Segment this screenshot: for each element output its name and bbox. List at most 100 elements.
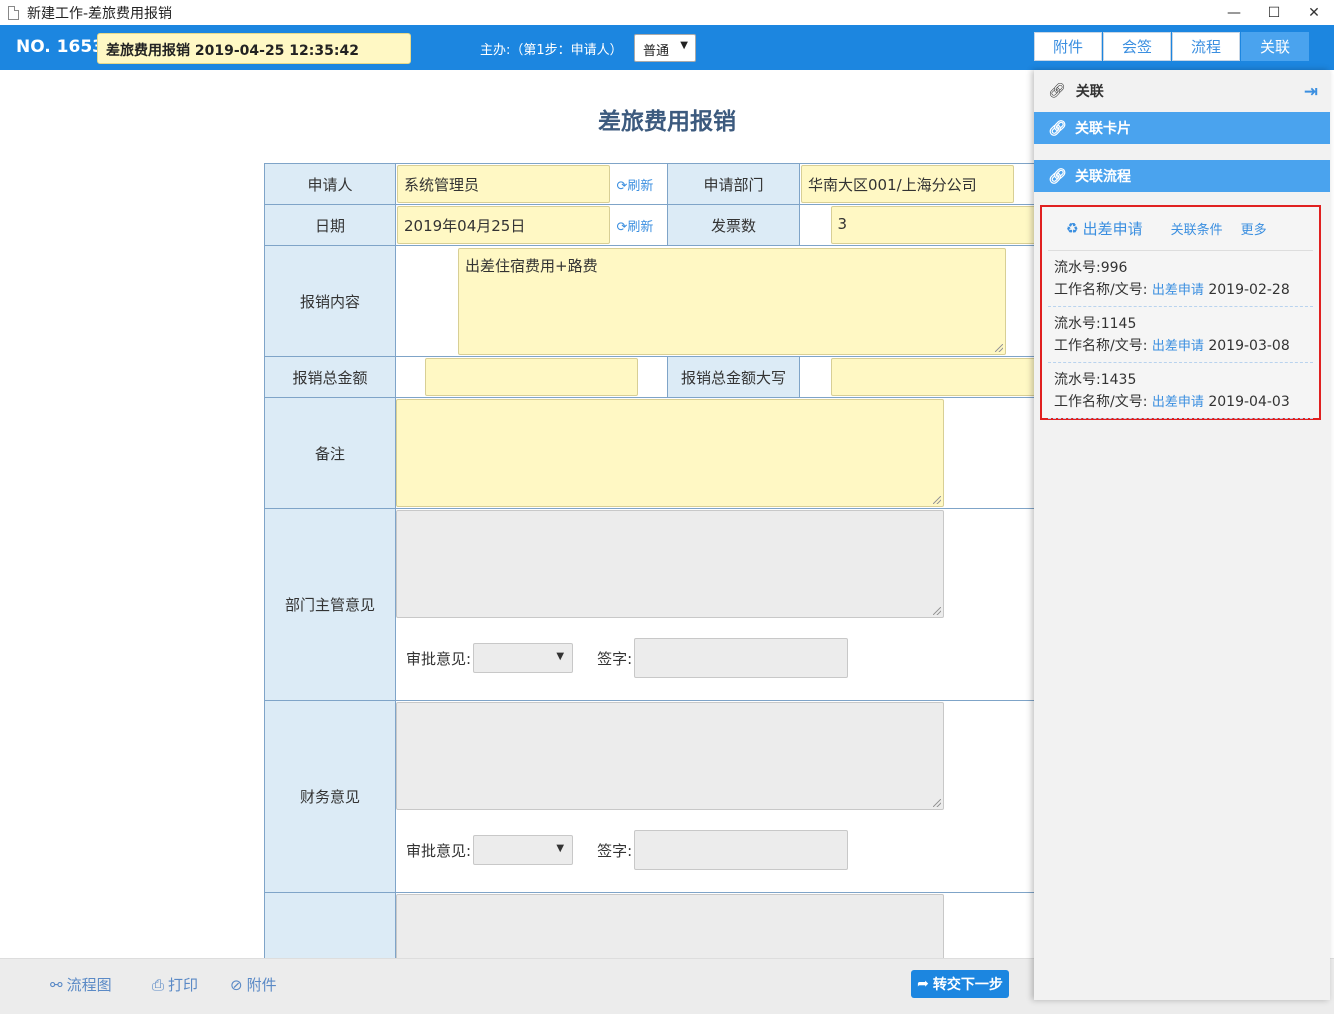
tab-flow[interactable]: 流程: [1172, 32, 1240, 61]
content-label: 报销内容: [264, 245, 396, 357]
link-icon: 🔗︎: [1048, 167, 1068, 185]
related-flow-title[interactable]: 出差申请: [1083, 218, 1143, 239]
total-field[interactable]: [425, 358, 638, 396]
approve-label: 审批意见:: [406, 649, 472, 668]
attach-button[interactable]: ⊘ 附件: [230, 974, 277, 995]
content-text: 出差住宿费用+路费: [465, 256, 598, 275]
related-item-name-link[interactable]: 出差申请: [1152, 283, 1204, 298]
date-refresh-link[interactable]: ⟳刷新: [617, 220, 654, 235]
dept-mgr-sign-field[interactable]: [634, 638, 849, 678]
remark-textarea[interactable]: [396, 399, 944, 507]
resize-handle-icon[interactable]: [933, 799, 941, 807]
related-flow-label: 关联流程: [1075, 169, 1132, 185]
print-label: 打印: [168, 976, 199, 994]
related-flow-section[interactable]: 🔗︎ 关联流程: [1034, 160, 1330, 192]
resize-handle-icon[interactable]: [933, 607, 941, 615]
related-item[interactable]: 流水号:1435 工作名称/文号: 出差申请 2019-04-03: [1048, 363, 1313, 419]
invoice-label: 发票数: [667, 204, 800, 246]
chevron-down-icon: ▼: [556, 843, 565, 854]
dept-mgr-textarea[interactable]: [396, 510, 944, 618]
print-button[interactable]: ⎙ 打印: [152, 974, 198, 995]
next-step-button[interactable]: ➦ 转交下一步: [911, 970, 1009, 998]
content-textarea[interactable]: 出差住宿费用+路费: [458, 247, 1006, 355]
attach-label: 附件: [246, 976, 277, 994]
date-field[interactable]: 2019年04月25日: [397, 206, 610, 244]
related-card-label: 关联卡片: [1075, 121, 1132, 137]
resize-handle-icon[interactable]: [933, 496, 941, 504]
finance-label: 财务意见: [264, 700, 396, 893]
step-info: 主办:（第1步：申请人）: [480, 43, 623, 58]
work-number: NO. 1653: [16, 37, 104, 57]
document-icon: [8, 5, 19, 20]
related-item-name-label: 工作名称/文号:: [1054, 338, 1148, 354]
related-card-section[interactable]: 🔗︎ 关联卡片: [1034, 112, 1330, 144]
total-cn-field[interactable]: [830, 358, 1034, 396]
more-link[interactable]: 更多: [1241, 219, 1267, 238]
related-condition-link[interactable]: 关联条件: [1171, 219, 1223, 238]
related-flow-box: ♻ 出差申请 关联条件 更多 流水号:996 工作名称/文号: 出差申请 201…: [1040, 205, 1321, 420]
work-title-input[interactable]: 差旅费用报销 2019-04-25 12:35:42: [97, 33, 411, 64]
window-titlebar: 新建工作-差旅费用报销 — ☐ ✕: [0, 0, 1334, 25]
refresh-icon: ⟳: [616, 219, 628, 235]
next-step-label: 转交下一步: [932, 977, 1003, 993]
related-panel: 🔗︎ 关联 ⇥ 🔗︎ 关联卡片 🔗︎ 关联流程 ♻ 出差申请 关联条件 更多 流…: [1034, 70, 1330, 1000]
panel-header: 🔗︎ 关联 ⇥: [1034, 70, 1330, 112]
applicant-refresh-link[interactable]: ⟳刷新: [617, 179, 654, 194]
share-arrow-icon: ➦: [917, 976, 929, 992]
applicant-field[interactable]: 系统管理员: [397, 165, 610, 203]
related-item-no: 流水号:1435: [1054, 372, 1137, 388]
form-area: 申请人 系统管理员 ⟳刷新 申请部门 华南大区001/上海分公司 日期 2019…: [264, 163, 1034, 958]
related-item[interactable]: 流水号:996 工作名称/文号: 出差申请 2019-02-28: [1048, 251, 1313, 307]
related-item-name-link[interactable]: 出差申请: [1152, 395, 1204, 410]
maximize-button[interactable]: ☐: [1254, 0, 1294, 25]
tab-related[interactable]: 关联: [1241, 32, 1309, 61]
sign-label: 签字:: [597, 649, 633, 668]
dept-mgr-approve-select[interactable]: ▼: [473, 643, 574, 673]
next-opinion-textarea[interactable]: [396, 894, 944, 958]
flowchart-icon: ⚯: [50, 975, 63, 994]
related-item-name-link[interactable]: 出差申请: [1152, 339, 1204, 354]
flowchart-label: 流程图: [66, 976, 112, 994]
resize-handle-icon[interactable]: [995, 343, 1003, 352]
total-cn-label: 报销总金额大写: [667, 356, 800, 398]
finance-textarea[interactable]: [396, 702, 944, 810]
related-item-date: 2019-03-08: [1208, 338, 1290, 354]
related-item-no: 流水号:996: [1054, 260, 1128, 276]
level-select[interactable]: 普通 ▼: [634, 34, 696, 62]
level-value: 普通: [643, 44, 670, 59]
refresh-label: 刷新: [627, 178, 654, 194]
finance-sign-field[interactable]: [634, 830, 849, 870]
tab-countersign[interactable]: 会签: [1103, 32, 1171, 61]
dept-field[interactable]: 华南大区001/上海分公司: [801, 165, 1014, 203]
panel-tabs: 附件 会签 流程 关联: [1034, 32, 1310, 61]
collapse-panel-icon[interactable]: ⇥: [1304, 82, 1318, 102]
refresh-icon: ⟳: [616, 178, 628, 194]
link-icon: 🔗︎: [1048, 119, 1068, 137]
finance-approve-select[interactable]: ▼: [473, 835, 574, 865]
paperclip-icon: ⊘: [230, 975, 243, 994]
dept-label: 申请部门: [667, 163, 800, 205]
close-button[interactable]: ✕: [1294, 0, 1334, 25]
flowchart-button[interactable]: ⚯ 流程图: [50, 974, 112, 995]
applicant-label: 申请人: [264, 163, 396, 205]
remark-label: 备注: [264, 397, 396, 509]
related-item-no: 流水号:1145: [1054, 316, 1137, 332]
next-opinion-label: [264, 892, 396, 958]
chevron-down-icon: ▼: [556, 651, 565, 662]
invoice-field[interactable]: 3: [830, 206, 1034, 244]
refresh-label: 刷新: [627, 219, 654, 235]
related-item-date: 2019-02-28: [1208, 282, 1290, 298]
minimize-button[interactable]: —: [1214, 0, 1254, 25]
form-table: 申请人 系统管理员 ⟳刷新 申请部门 华南大区001/上海分公司 日期 2019…: [264, 163, 1034, 958]
related-item[interactable]: 流水号:1145 工作名称/文号: 出差申请 2019-03-08: [1048, 307, 1313, 363]
recycle-icon: ♻: [1066, 220, 1079, 237]
related-flow-header: ♻ 出差申请 关联条件 更多: [1048, 207, 1313, 251]
approve-label: 审批意见:: [406, 841, 472, 860]
sign-label: 签字:: [597, 841, 633, 860]
window-title: 新建工作-差旅费用报销: [27, 5, 173, 22]
panel-title: 关联: [1075, 84, 1104, 100]
related-item-name-label: 工作名称/文号:: [1054, 394, 1148, 410]
related-item-name-label: 工作名称/文号:: [1054, 282, 1148, 298]
tab-attachment[interactable]: 附件: [1034, 32, 1102, 61]
related-item-date: 2019-04-03: [1208, 394, 1290, 410]
